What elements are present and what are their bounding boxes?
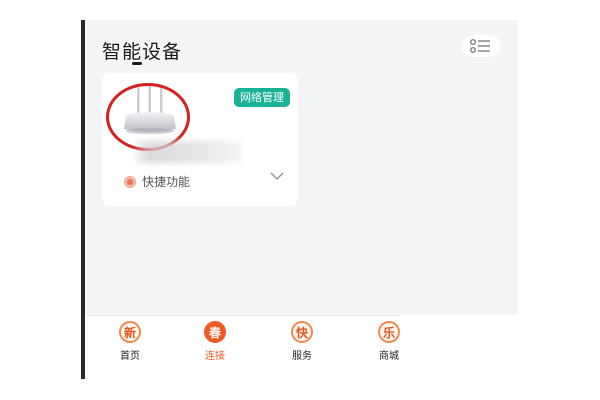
mall-icon: 乐: [378, 321, 400, 343]
service-icon: 快: [291, 321, 313, 343]
quick-functions[interactable]: 快捷功能: [124, 173, 190, 190]
chevron-down-icon[interactable]: [270, 172, 284, 181]
tab-service-label: 服务: [292, 351, 312, 362]
home-icon: 新: [119, 321, 141, 343]
tabbar-extension: [400, 315, 518, 379]
connect-icon: 春: [204, 321, 226, 343]
page-title: 智能设备: [102, 41, 183, 63]
app-screen: 智能设备 网络管理 快捷功能 新 首页 春 连接 快 服务 乐 商城: [85, 20, 518, 379]
network-management-badge[interactable]: 网络管理: [234, 88, 290, 107]
tab-service[interactable]: 快 服务: [280, 321, 324, 362]
tab-mall-label: 商城: [379, 351, 399, 362]
tab-mall[interactable]: 乐 商城: [367, 321, 411, 362]
device-name-redacted: [132, 141, 242, 163]
list-icon: [470, 39, 490, 53]
tab-connect-label: 连接: [205, 351, 225, 362]
list-view-button[interactable]: [461, 35, 501, 57]
quick-function-label: 快捷功能: [142, 175, 191, 189]
tab-connect[interactable]: 春 连接: [193, 321, 237, 362]
quick-function-icon: [124, 175, 136, 188]
title-cursor: [132, 62, 142, 65]
device-card[interactable]: 网络管理 快捷功能: [102, 73, 298, 206]
tab-home-label: 首页: [120, 351, 140, 362]
bottom-tab-bar: 新 首页 春 连接 快 服务 乐 商城: [85, 315, 400, 379]
tab-home[interactable]: 新 首页: [108, 321, 152, 362]
